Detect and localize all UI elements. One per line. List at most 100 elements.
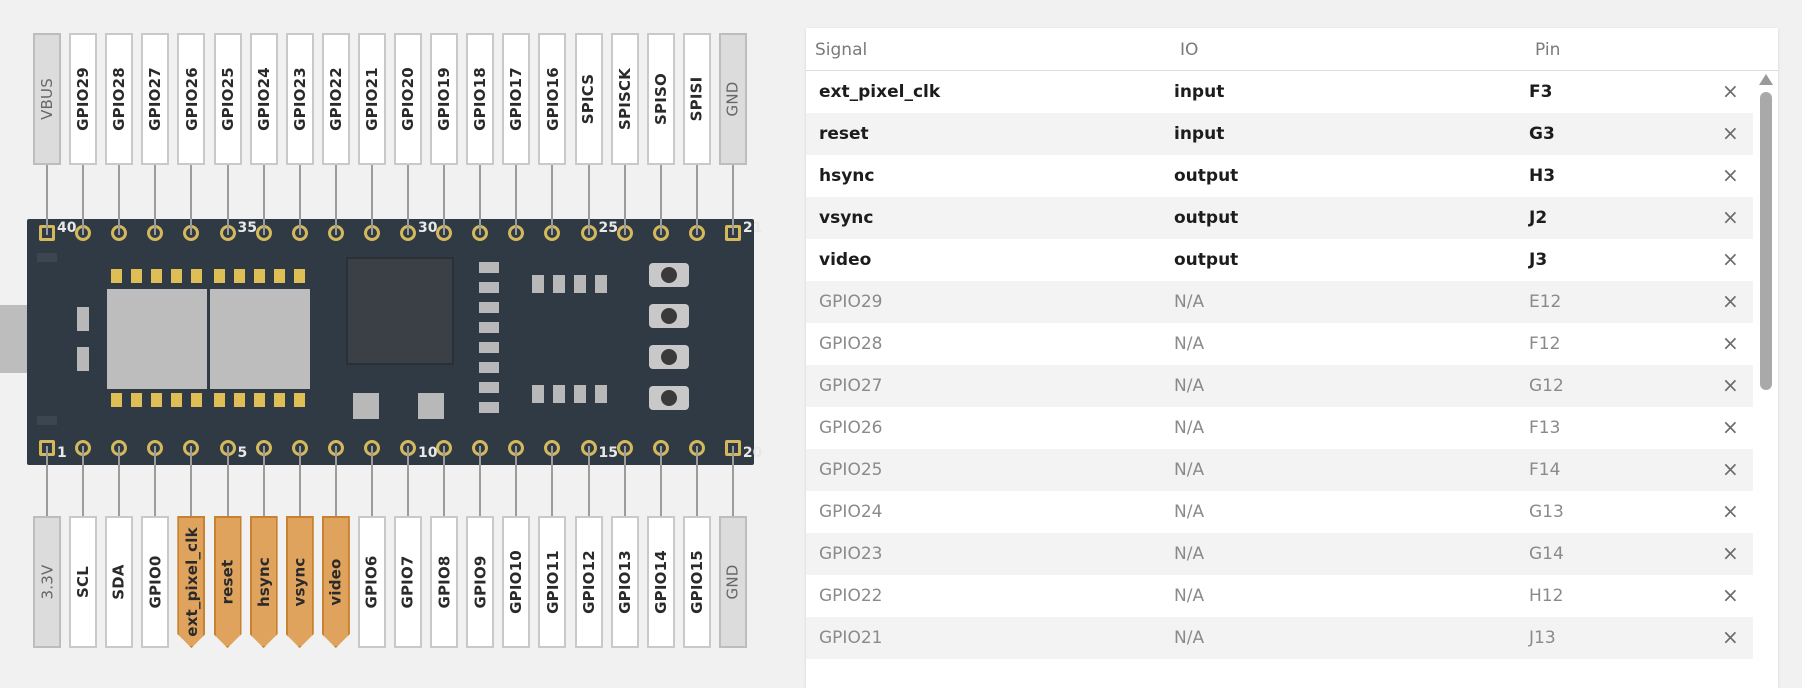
pin-lead [262, 165, 265, 235]
pin-label-box[interactable]: SPISO [646, 33, 675, 165]
table-row[interactable]: hsync output H3 × [806, 155, 1753, 197]
table-row[interactable]: GPIO25 N/A F14 × [806, 449, 1753, 491]
remove-icon[interactable]: × [1722, 625, 1739, 649]
pin-label-box[interactable]: VBUS [33, 33, 61, 165]
table-row[interactable]: GPIO21 N/A J13 × [806, 617, 1753, 659]
smd [553, 385, 565, 403]
pin-label-box[interactable]: GPIO14 [646, 516, 675, 648]
remove-icon[interactable]: × [1722, 373, 1739, 397]
pin-label-box[interactable]: reset [214, 516, 242, 648]
remove-icon[interactable]: × [1722, 331, 1739, 355]
pin-label-box[interactable]: video [322, 516, 350, 648]
pin-label-box[interactable]: GPIO10 [502, 516, 531, 648]
pin-label-box[interactable]: GPIO12 [574, 516, 603, 648]
pin-label-box[interactable]: GPIO15 [682, 516, 711, 648]
pin-label-text: GPIO9 [471, 555, 490, 609]
flash-chip-2 [210, 289, 310, 389]
chip-leg [274, 269, 285, 283]
remove-icon[interactable]: × [1722, 289, 1739, 313]
resistor [479, 382, 499, 393]
pin-lead [82, 446, 85, 516]
chip-leg [254, 269, 265, 283]
pin-lead [262, 446, 265, 516]
remove-icon[interactable]: × [1722, 247, 1739, 271]
remove-icon[interactable]: × [1722, 79, 1739, 103]
pin-label-box[interactable]: GPIO13 [610, 516, 639, 648]
signal-column-header[interactable]: Signal [815, 40, 867, 60]
table-row[interactable]: reset input G3 × [806, 113, 1753, 155]
table-row[interactable]: vsync output J2 × [806, 197, 1753, 239]
pin-number-top: 40 [57, 220, 77, 236]
pin-label-box[interactable]: GPIO23 [285, 33, 314, 165]
pin-label-box[interactable]: SPISI [682, 33, 711, 165]
scrollbar[interactable] [1759, 74, 1773, 688]
pin-label-box[interactable]: SPISCK [610, 33, 639, 165]
pin-label-box[interactable]: GPIO19 [430, 33, 459, 165]
table-row[interactable]: GPIO29 N/A E12 × [806, 281, 1753, 323]
pin-label-text: GPIO29 [74, 67, 93, 131]
table-row[interactable]: video output J3 × [806, 239, 1753, 281]
remove-icon[interactable]: × [1722, 457, 1739, 481]
pin-label-box[interactable]: GPIO20 [394, 33, 422, 165]
pin-label-box[interactable]: GPIO22 [321, 33, 350, 165]
pin-label-box[interactable]: GPIO21 [357, 33, 386, 165]
pin-lead [334, 446, 337, 516]
pin-label-box[interactable]: SPICS [574, 33, 603, 165]
pin-label-text: GPIO16 [543, 67, 562, 131]
pin-label-box[interactable]: 3.3V [33, 516, 61, 648]
scroll-up-arrow-icon[interactable] [1759, 74, 1773, 85]
table-row[interactable]: GPIO23 N/A G14 × [806, 533, 1753, 575]
pin-label-box[interactable]: GPIO25 [213, 33, 242, 165]
pin-label-box[interactable]: GPIO27 [141, 33, 170, 165]
table-row[interactable]: GPIO22 N/A H12 × [806, 575, 1753, 617]
pin-label-text: SCL [74, 566, 93, 598]
table-row[interactable]: GPIO27 N/A G12 × [806, 365, 1753, 407]
remove-icon[interactable]: × [1722, 205, 1739, 229]
pin-lead [587, 446, 590, 516]
pin-label-box[interactable]: GPIO9 [466, 516, 495, 648]
pin-label-box[interactable]: GPIO8 [430, 516, 459, 648]
pin-label-text: SDA [110, 564, 129, 600]
pin-label-box[interactable]: hsync [250, 516, 278, 648]
pin-column-header[interactable]: Pin [1535, 40, 1560, 60]
io-column-header[interactable]: IO [1180, 40, 1198, 60]
pin-label-box[interactable]: GPIO17 [502, 33, 531, 165]
pin-lead [407, 446, 409, 516]
table-row[interactable]: GPIO28 N/A F12 × [806, 323, 1753, 365]
pin-label-box[interactable]: GPIO24 [249, 33, 278, 165]
table-row[interactable]: ext_pixel_clk input F3 × [806, 71, 1753, 113]
remove-icon[interactable]: × [1722, 121, 1739, 145]
pin-cell: F3 [1529, 82, 1553, 102]
pin-lead [515, 165, 518, 235]
remove-icon[interactable]: × [1722, 415, 1739, 439]
pin-label-box[interactable]: GND [718, 516, 747, 648]
pin-label-box[interactable]: GPIO18 [466, 33, 495, 165]
signal-cell: video [819, 250, 872, 270]
pin-label-box[interactable]: GND [718, 33, 747, 165]
pin-label-box[interactable]: GPIO6 [357, 516, 386, 648]
remove-icon[interactable]: × [1722, 541, 1739, 565]
remove-icon[interactable]: × [1722, 583, 1739, 607]
remove-icon[interactable]: × [1722, 499, 1739, 523]
pin-label-text: GPIO21 [362, 67, 381, 131]
pin-label-text: GPIO26 [182, 67, 201, 131]
remove-icon[interactable]: × [1722, 163, 1739, 187]
pin-label-box[interactable]: ext_pixel_clk [177, 516, 205, 648]
scroll-thumb[interactable] [1760, 92, 1772, 390]
pin-label-box[interactable]: vsync [286, 516, 314, 648]
resistor [479, 342, 499, 353]
io-cell: input [1174, 124, 1225, 144]
table-row[interactable]: GPIO24 N/A G13 × [806, 491, 1753, 533]
pin-label-box[interactable]: GPIO29 [69, 33, 98, 165]
pin-label-box[interactable]: GPIO7 [394, 516, 422, 648]
pin-label-text: ext_pixel_clk [182, 527, 201, 637]
pin-label-box[interactable]: GPIO26 [177, 33, 206, 165]
chip-leg [131, 393, 142, 407]
pin-label-box[interactable]: SDA [105, 516, 134, 648]
pin-label-box[interactable]: GPIO0 [141, 516, 170, 648]
pin-label-box[interactable]: GPIO11 [538, 516, 567, 648]
pin-label-box[interactable]: GPIO28 [105, 33, 134, 165]
pin-label-box[interactable]: SCL [69, 516, 98, 648]
table-row[interactable]: GPIO26 N/A F13 × [806, 407, 1753, 449]
pin-label-box[interactable]: GPIO16 [538, 33, 567, 165]
